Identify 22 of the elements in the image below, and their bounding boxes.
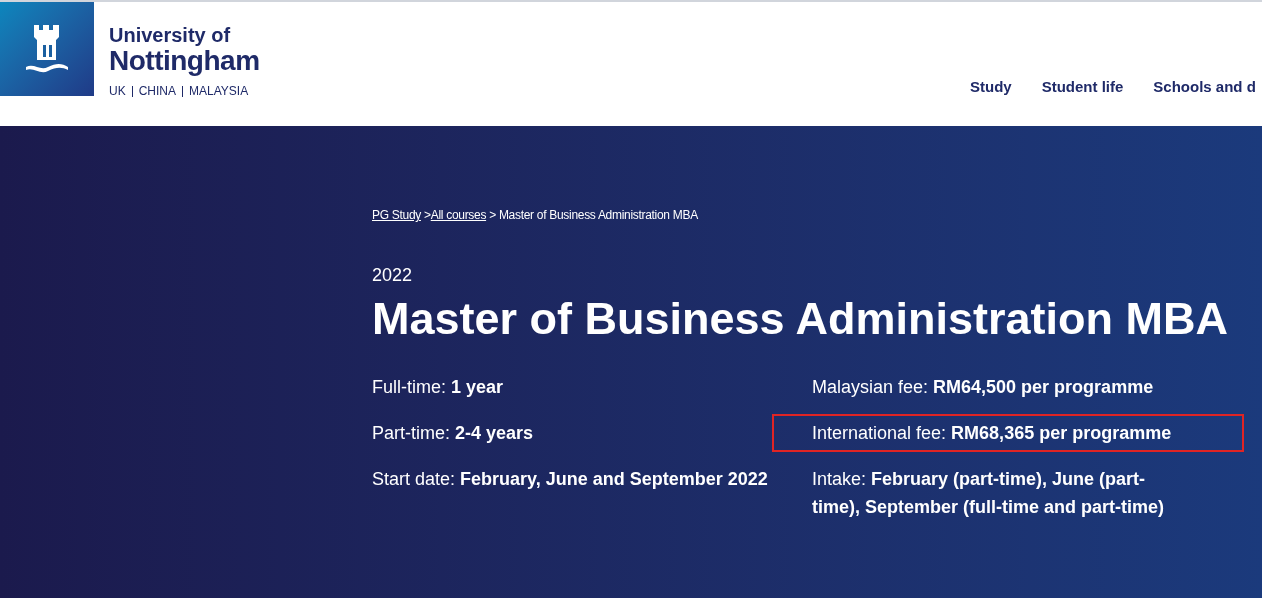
breadcrumb-link[interactable]: All courses (430, 208, 487, 222)
logo-wordmark-line: University of (109, 24, 232, 46)
nav-link[interactable]: Schools and d (1153, 76, 1256, 99)
course-fact: Malaysian fee: RM64,500 per programme (812, 376, 1155, 399)
course-year: 2022 (372, 264, 414, 287)
course-fact: International fee: RM68,365 per programme (774, 416, 1242, 450)
breadcrumb-text: > (423, 208, 431, 222)
logo-wordmark: Nottingham (109, 46, 260, 76)
nav-link[interactable]: Study (970, 76, 1012, 99)
nav-link[interactable]: Student life (1041, 76, 1124, 99)
logo-emblem[interactable] (0, 2, 94, 96)
breadcrumb-link[interactable]: PG Study (372, 208, 421, 222)
campus-label: CHINA (138, 83, 176, 100)
campus-label: MALAYSIA (189, 83, 249, 100)
course-fact: Start date: February, June and September 2022 (372, 468, 769, 491)
course-fact: Full-time: 1 year (372, 376, 505, 399)
castle-icon (24, 23, 70, 75)
course-fact: Part-time: 2-4 years (372, 422, 535, 445)
course-title: Master of Business Administration MBA (372, 292, 1229, 346)
campus-label: UK (109, 83, 126, 100)
breadcrumb-text: > Master of Business Administration MBA (488, 208, 698, 222)
course-fact: Intake: February (part-time), June (part-time), September (full-time and part-time) (812, 468, 1166, 519)
